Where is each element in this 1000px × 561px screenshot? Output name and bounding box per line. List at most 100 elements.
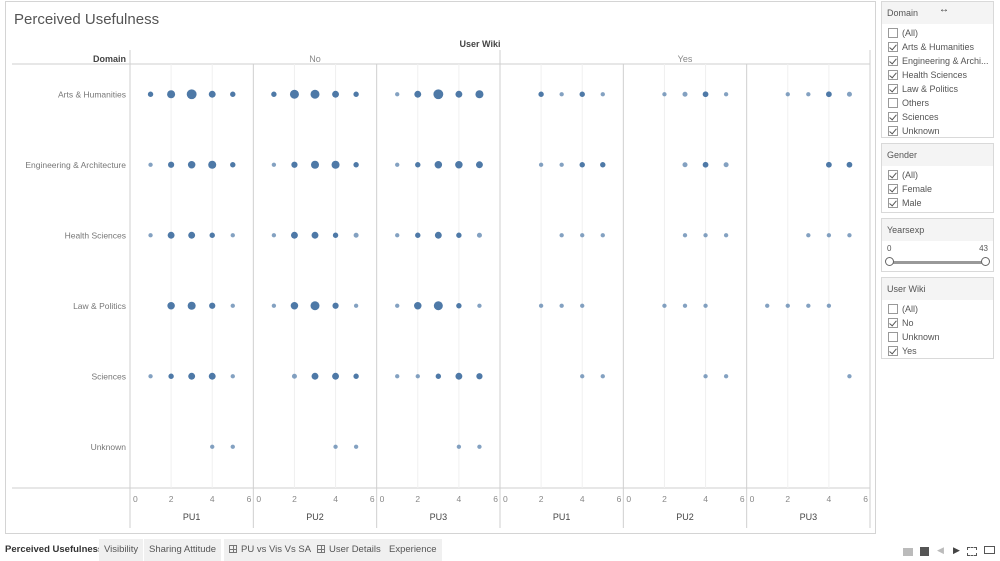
data-point[interactable] — [538, 91, 544, 97]
data-point[interactable] — [353, 373, 359, 379]
data-point[interactable] — [847, 233, 852, 238]
data-point[interactable] — [806, 92, 811, 97]
data-point[interactable] — [332, 90, 340, 98]
data-point[interactable] — [395, 92, 400, 97]
data-point[interactable] — [433, 89, 444, 100]
data-point[interactable] — [333, 444, 338, 449]
data-point[interactable] — [289, 89, 299, 99]
data-point[interactable] — [188, 231, 196, 239]
domain-filter-option[interactable]: Arts & Humanities — [882, 40, 993, 54]
data-point[interactable] — [187, 161, 196, 169]
data-point[interactable] — [703, 233, 708, 238]
data-point[interactable] — [415, 232, 421, 238]
data-point[interactable] — [455, 161, 463, 169]
data-point[interactable] — [188, 372, 196, 380]
data-point[interactable] — [785, 92, 790, 97]
data-point[interactable] — [662, 303, 667, 308]
data-point[interactable] — [271, 91, 277, 97]
data-point[interactable] — [456, 303, 462, 309]
yearsexp-max-handle[interactable] — [981, 257, 990, 266]
data-point[interactable] — [230, 303, 235, 308]
data-point[interactable] — [290, 231, 298, 239]
filmstrip-icon[interactable] — [920, 547, 929, 556]
data-point[interactable] — [208, 372, 216, 380]
data-point[interactable] — [785, 303, 790, 308]
data-point[interactable] — [455, 372, 463, 380]
data-point[interactable] — [682, 91, 688, 97]
data-point[interactable] — [230, 374, 235, 379]
data-point[interactable] — [723, 162, 729, 168]
data-point[interactable] — [475, 90, 484, 99]
data-point[interactable] — [435, 373, 442, 379]
user-wiki-filter-option[interactable]: Unknown — [882, 330, 993, 344]
data-point[interactable] — [167, 90, 176, 99]
data-point[interactable] — [476, 373, 483, 380]
data-point[interactable] — [723, 233, 729, 238]
data-point[interactable] — [826, 91, 832, 98]
user-wiki-filter-option[interactable]: No — [882, 316, 993, 330]
data-point[interactable] — [148, 162, 153, 167]
yearsexp-slider-track[interactable] — [889, 261, 986, 264]
tab-visibility[interactable]: Visibility — [99, 539, 144, 561]
checkbox[interactable] — [888, 304, 898, 314]
user-wiki-filter-option[interactable]: Yes — [882, 344, 993, 358]
data-point[interactable] — [559, 233, 564, 238]
checkbox[interactable] — [888, 184, 898, 194]
data-point[interactable] — [310, 89, 320, 99]
prev-sheet-icon[interactable]: ◀ — [937, 545, 944, 556]
data-point[interactable] — [147, 91, 154, 97]
domain-filter-option[interactable]: Sciences — [882, 110, 993, 124]
data-point[interactable] — [186, 89, 197, 100]
data-point[interactable] — [291, 373, 297, 379]
tab-pu-vs-vis-vs-sa[interactable]: PU vs Vis Vs SA — [224, 539, 317, 561]
data-point[interactable] — [271, 162, 277, 167]
domain-filter-option[interactable]: Others — [882, 96, 993, 110]
domain-filter-option[interactable]: Health Sciences — [882, 68, 993, 82]
data-point[interactable] — [682, 303, 688, 308]
checkbox[interactable] — [888, 112, 898, 122]
data-point[interactable] — [331, 160, 340, 169]
checkbox[interactable] — [888, 198, 898, 208]
data-point[interactable] — [559, 162, 564, 167]
data-point[interactable] — [456, 444, 462, 449]
data-point[interactable] — [271, 233, 277, 238]
sheet-sorter-icon[interactable] — [903, 548, 913, 556]
data-point[interactable] — [168, 373, 174, 379]
data-point[interactable] — [230, 91, 236, 97]
data-point[interactable] — [826, 233, 832, 238]
data-point[interactable] — [148, 233, 153, 238]
data-point[interactable] — [559, 92, 564, 97]
data-point[interactable] — [433, 301, 443, 311]
data-point[interactable] — [579, 162, 585, 168]
data-point[interactable] — [148, 374, 153, 379]
tab-sharing-attitude[interactable]: Sharing Attitude — [144, 539, 222, 561]
checkbox[interactable] — [888, 332, 898, 342]
data-point[interactable] — [579, 91, 585, 97]
checkbox[interactable] — [888, 84, 898, 94]
gender-filter-option[interactable]: Female — [882, 182, 993, 196]
data-point[interactable] — [310, 160, 320, 169]
data-point[interactable] — [723, 92, 729, 97]
data-point[interactable] — [846, 91, 852, 97]
data-point[interactable] — [662, 92, 667, 97]
data-point[interactable] — [682, 233, 688, 238]
data-point[interactable] — [353, 444, 359, 449]
data-point[interactable] — [353, 162, 359, 168]
checkbox[interactable] — [888, 70, 898, 80]
user-wiki-filter-option[interactable]: (All) — [882, 302, 993, 316]
checkbox[interactable] — [888, 56, 898, 66]
data-point[interactable] — [230, 162, 236, 168]
data-point[interactable] — [476, 232, 482, 238]
data-point[interactable] — [332, 232, 339, 238]
data-point[interactable] — [395, 303, 400, 308]
data-point[interactable] — [600, 233, 605, 238]
data-point[interactable] — [271, 303, 277, 308]
data-point[interactable] — [291, 161, 298, 168]
checkbox[interactable] — [888, 28, 898, 38]
data-point[interactable] — [434, 161, 443, 169]
data-point[interactable] — [826, 161, 832, 168]
yearsexp-min-handle[interactable] — [885, 257, 894, 266]
resize-icon[interactable]: ↔ — [939, 4, 949, 15]
data-point[interactable] — [395, 374, 400, 379]
tab-experience[interactable]: Experience — [384, 539, 442, 561]
